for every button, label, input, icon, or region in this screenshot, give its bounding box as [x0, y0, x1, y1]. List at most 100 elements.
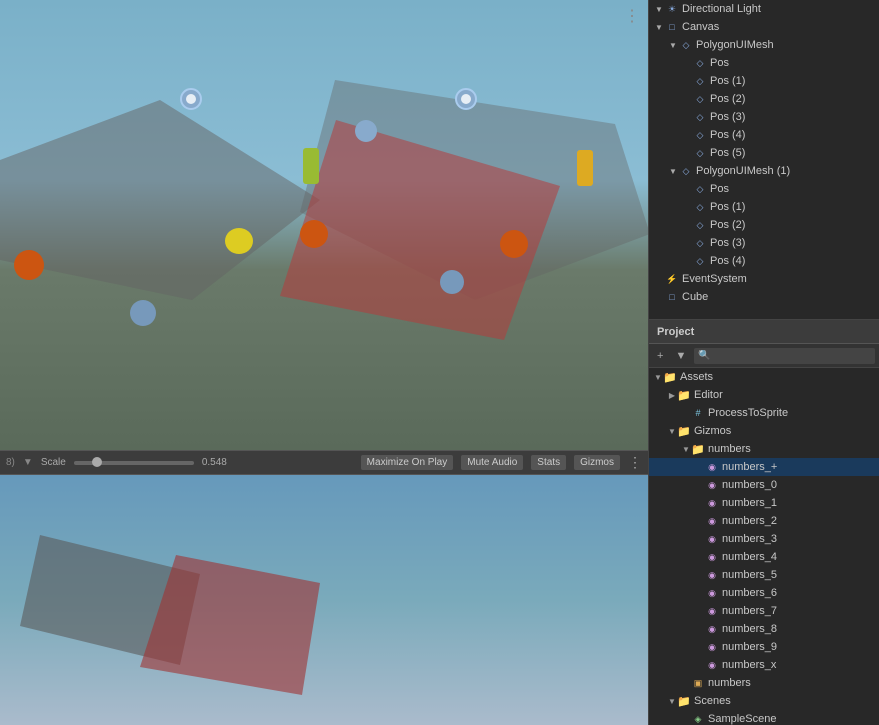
- project-search-input[interactable]: [694, 348, 875, 364]
- proj-label-process-to-sprite: ProcessToSprite: [708, 407, 788, 419]
- proj-arrow-numbers-7: [695, 606, 705, 616]
- char-blue-4: [355, 120, 377, 142]
- project-title: Project: [657, 326, 694, 338]
- proj-icon-numbers-8: ◉: [705, 622, 719, 636]
- proj-label-numbers: numbers: [708, 443, 751, 455]
- tree-icon-pos3-b: ◇: [693, 236, 707, 250]
- proj-arrow-numbers-9: [695, 642, 705, 652]
- proj-label-numbers-root: numbers: [708, 677, 751, 689]
- tree-label-pos2: Pos (2): [710, 93, 745, 105]
- proj-label-numbers-plus: numbers_+: [722, 461, 777, 473]
- project-item-numbers-plus[interactable]: ◉numbers_+: [649, 458, 879, 476]
- hierarchy-item-canvas[interactable]: ▼□Canvas: [649, 18, 879, 36]
- hierarchy-item-pos5[interactable]: ◇Pos (5): [649, 144, 879, 162]
- hierarchy-item-cube[interactable]: □Cube: [649, 288, 879, 306]
- hierarchy-item-directional-light[interactable]: ▼☀Directional Light: [649, 0, 879, 18]
- project-item-numbers-7[interactable]: ◉numbers_7: [649, 602, 879, 620]
- mute-audio-button[interactable]: Mute Audio: [461, 455, 523, 470]
- hierarchy-item-pos[interactable]: ◇Pos: [649, 54, 879, 72]
- stats-button[interactable]: Stats: [531, 455, 566, 470]
- project-item-numbers-5[interactable]: ◉numbers_5: [649, 566, 879, 584]
- project-item-numbers-0[interactable]: ◉numbers_0: [649, 476, 879, 494]
- hierarchy-section: ▼☀Directional Light▼□Canvas▼◇PolygonUIMe…: [649, 0, 879, 320]
- proj-label-numbers-5: numbers_5: [722, 569, 777, 581]
- proj-label-numbers-9: numbers_9: [722, 641, 777, 653]
- proj-icon-numbers-7: ◉: [705, 604, 719, 618]
- char-blue-5: [440, 270, 464, 294]
- proj-arrow-scenes: ▼: [667, 696, 677, 706]
- tree-icon-event-system: ⚡: [665, 272, 679, 286]
- project-item-numbers-6[interactable]: ◉numbers_6: [649, 584, 879, 602]
- tree-icon-cube: □: [665, 290, 679, 304]
- tree-icon-pos4: ◇: [693, 128, 707, 142]
- project-item-numbers-8[interactable]: ◉numbers_8: [649, 620, 879, 638]
- project-menu-button[interactable]: ▼: [671, 349, 690, 363]
- toolbar-more-icon[interactable]: ⋮: [628, 454, 642, 471]
- hierarchy-item-event-system[interactable]: ⚡EventSystem: [649, 270, 879, 288]
- scene-view[interactable]: ⋮: [0, 0, 648, 450]
- proj-label-numbers-6: numbers_6: [722, 587, 777, 599]
- char-blue-2: [455, 88, 477, 110]
- hierarchy-item-pos4-b[interactable]: ◇Pos (4): [649, 252, 879, 270]
- tree-icon-pos4-b: ◇: [693, 254, 707, 268]
- proj-label-numbers-0: numbers_0: [722, 479, 777, 491]
- left-panel: ⋮ 8) ▼ Scale 0.548 Maximize On Play Mute…: [0, 0, 648, 725]
- tree-arrow-pos3-b: [681, 237, 693, 249]
- gizmos-button[interactable]: Gizmos: [574, 455, 620, 470]
- project-item-scenes[interactable]: ▼📁Scenes: [649, 692, 879, 710]
- hierarchy-item-polygon-ui-mesh1[interactable]: ▼◇PolygonUIMesh (1): [649, 162, 879, 180]
- project-item-numbers-4[interactable]: ◉numbers_4: [649, 548, 879, 566]
- proj-icon-numbers-6: ◉: [705, 586, 719, 600]
- proj-arrow-sample-scene: [681, 714, 691, 724]
- tree-icon-pos1: ◇: [693, 74, 707, 88]
- hierarchy-item-pos3[interactable]: ◇Pos (3): [649, 108, 879, 126]
- game-view[interactable]: [0, 474, 648, 725]
- proj-label-editor: Editor: [694, 389, 723, 401]
- project-item-process-to-sprite[interactable]: #ProcessToSprite: [649, 404, 879, 422]
- tree-icon-canvas: □: [665, 20, 679, 34]
- proj-arrow-numbers-5: [695, 570, 705, 580]
- hierarchy-item-pos-b[interactable]: ◇Pos: [649, 180, 879, 198]
- hierarchy-item-pos1[interactable]: ◇Pos (1): [649, 72, 879, 90]
- scene-options-icon[interactable]: ⋮: [624, 6, 640, 26]
- proj-icon-numbers-9: ◉: [705, 640, 719, 654]
- hierarchy-item-pos1-b[interactable]: ◇Pos (1): [649, 198, 879, 216]
- scale-slider[interactable]: [74, 461, 194, 465]
- proj-arrow-numbers-x: [695, 660, 705, 670]
- hierarchy-item-pos2-b[interactable]: ◇Pos (2): [649, 216, 879, 234]
- project-item-assets[interactable]: ▼📁Assets: [649, 368, 879, 386]
- project-item-numbers[interactable]: ▼📁numbers: [649, 440, 879, 458]
- project-item-numbers-root[interactable]: ▣numbers: [649, 674, 879, 692]
- hierarchy-item-pos4[interactable]: ◇Pos (4): [649, 126, 879, 144]
- project-item-numbers-1[interactable]: ◉numbers_1: [649, 494, 879, 512]
- project-item-editor[interactable]: ▶📁Editor: [649, 386, 879, 404]
- tree-label-polygon-ui-mesh1: PolygonUIMesh (1): [696, 165, 790, 177]
- proj-arrow-numbers-1: [695, 498, 705, 508]
- dropdown-arrow[interactable]: ▼: [23, 457, 33, 468]
- maximize-on-play-button[interactable]: Maximize On Play: [361, 455, 454, 470]
- scale-label: Scale: [41, 457, 66, 468]
- proj-arrow-numbers-3: [695, 534, 705, 544]
- hierarchy-item-polygon-ui-mesh[interactable]: ▼◇PolygonUIMesh: [649, 36, 879, 54]
- scene-toolbar: 8) ▼ Scale 0.548 Maximize On Play Mute A…: [0, 450, 648, 474]
- proj-label-numbers-8: numbers_8: [722, 623, 777, 635]
- hierarchy-item-pos3-b[interactable]: ◇Pos (3): [649, 234, 879, 252]
- project-item-numbers-2[interactable]: ◉numbers_2: [649, 512, 879, 530]
- project-item-numbers-x[interactable]: ◉numbers_x: [649, 656, 879, 674]
- tree-arrow-pos4: [681, 129, 693, 141]
- project-item-gizmos[interactable]: ▼📁Gizmos: [649, 422, 879, 440]
- project-item-numbers-9[interactable]: ◉numbers_9: [649, 638, 879, 656]
- tree-label-pos3-b: Pos (3): [710, 237, 745, 249]
- project-item-numbers-3[interactable]: ◉numbers_3: [649, 530, 879, 548]
- right-panel: ▼☀Directional Light▼□Canvas▼◇PolygonUIMe…: [648, 0, 879, 725]
- proj-icon-numbers-0: ◉: [705, 478, 719, 492]
- proj-arrow-assets: ▼: [653, 372, 663, 382]
- hierarchy-item-pos2[interactable]: ◇Pos (2): [649, 90, 879, 108]
- proj-icon-numbers: 📁: [691, 442, 705, 456]
- pacman-1: [225, 228, 253, 254]
- tree-arrow-pos2-b: [681, 219, 693, 231]
- project-add-button[interactable]: +: [653, 349, 667, 363]
- project-tree: ▼📁Assets▶📁Editor#ProcessToSprite▼📁Gizmos…: [649, 368, 879, 725]
- project-item-sample-scene[interactable]: ◈SampleScene: [649, 710, 879, 725]
- proj-icon-numbers-plus: ◉: [705, 460, 719, 474]
